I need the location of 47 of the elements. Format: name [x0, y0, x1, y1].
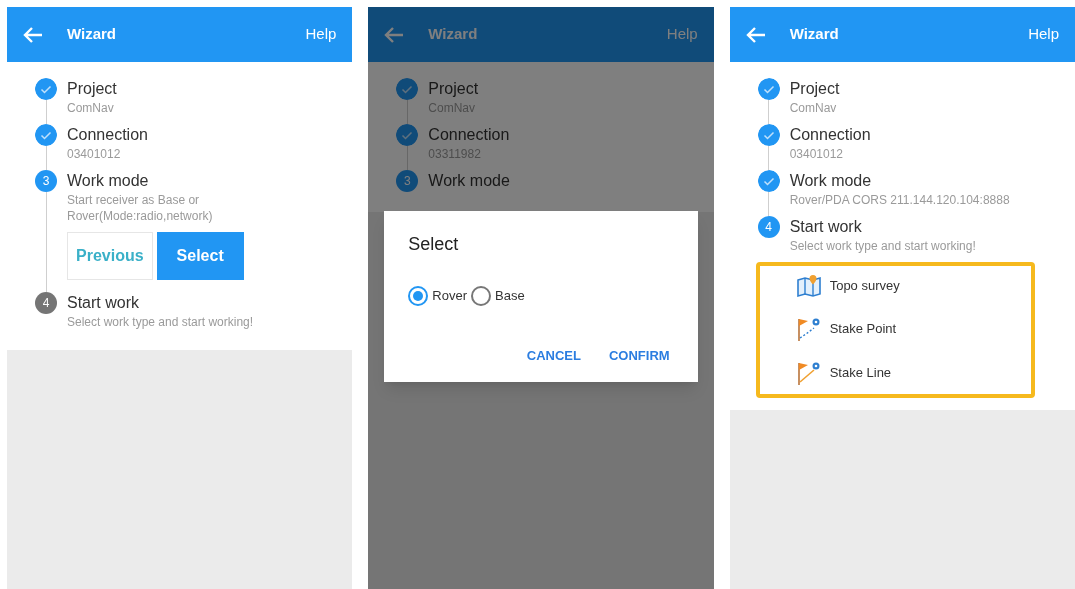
flag-pin-icon	[795, 316, 822, 342]
step-number: 3	[35, 170, 57, 192]
back-arrow-icon[interactable]	[23, 25, 43, 44]
step-detail: ComNav	[67, 100, 115, 116]
work-type-item[interactable]: Stake Point	[795, 316, 1031, 342]
step-number: 4	[757, 216, 780, 238]
radio-icon[interactable]	[471, 286, 491, 306]
step-title: Connection	[67, 125, 148, 145]
step-detail: 03401012	[67, 146, 122, 162]
work-type-item[interactable]: Stake Line	[795, 360, 1031, 386]
flag-pin-icon	[795, 360, 822, 386]
step-title: Work mode	[67, 171, 150, 191]
step-title: Start work	[789, 217, 863, 237]
help-button[interactable]: Help	[1028, 23, 1059, 46]
help-button[interactable]: Help	[305, 23, 337, 46]
step-number: 4	[35, 292, 57, 314]
step-title: Work mode	[789, 171, 873, 191]
work-type-item[interactable]: Topo survey	[795, 274, 1031, 298]
back-arrow-icon[interactable]	[745, 25, 766, 44]
step-button[interactable]: Select	[156, 232, 244, 280]
step-title: Project	[789, 79, 840, 99]
step-title: Connection	[789, 125, 871, 145]
step-detail: Select work type and start working!	[67, 314, 254, 330]
screen-title: Wizard	[789, 24, 840, 45]
dialog-button[interactable]: CANCEL	[526, 346, 581, 366]
step-number: 3	[396, 170, 419, 192]
step-title: Connection	[428, 125, 510, 145]
step-detail: 03401012	[789, 146, 845, 162]
step-title: Project	[428, 79, 479, 99]
step-detail: ComNav	[789, 100, 838, 116]
step-title: Start work	[67, 293, 140, 313]
back-arrow-icon[interactable]	[384, 25, 405, 44]
radio-icon[interactable]	[408, 286, 429, 306]
radio-option[interactable]: Rover	[408, 286, 467, 306]
step-title: Work mode	[428, 171, 510, 191]
step-detail: Rover/PDA CORS 211.144.120.104:8888	[789, 192, 1010, 208]
step-detail: Start receiver as Base or Rover(Mode:radio,network)	[67, 192, 214, 224]
map-pin-icon	[795, 274, 822, 298]
dialog-title: Select	[408, 233, 460, 256]
step-title: Project	[67, 79, 117, 99]
help-button[interactable]: Help	[666, 23, 698, 46]
step-button[interactable]: Previous	[67, 232, 153, 280]
radio-option[interactable]: Base	[471, 286, 525, 306]
dialog-button[interactable]: CONFIRM	[609, 346, 670, 366]
step-detail: Select work type and start working!	[789, 238, 976, 254]
screen-title: Wizard	[67, 24, 118, 45]
screen-title: Wizard	[428, 24, 479, 45]
